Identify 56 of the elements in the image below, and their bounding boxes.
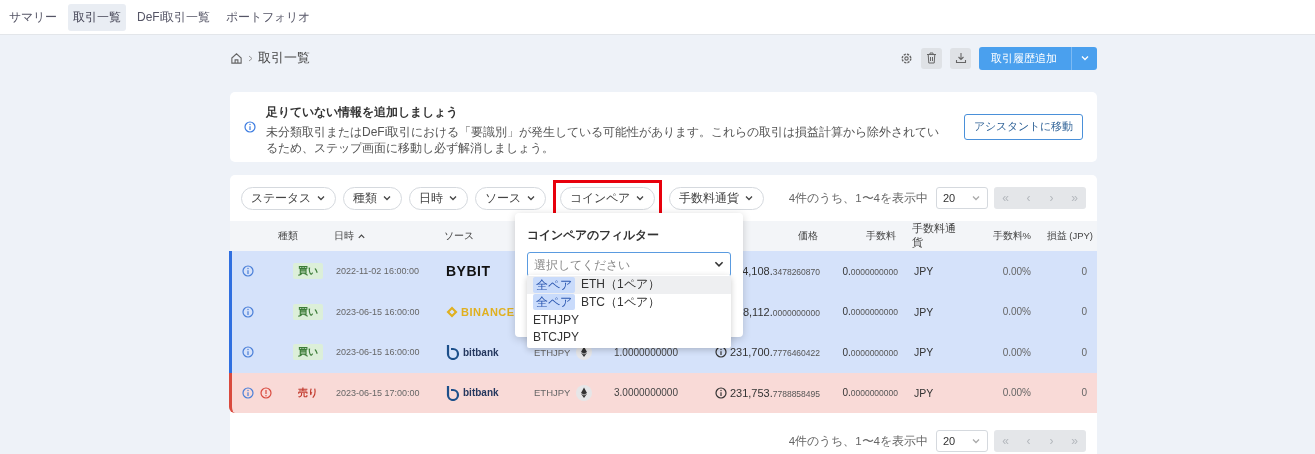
page-title: 取引一覧 <box>258 49 310 67</box>
price-text: 231,700.7776460422 <box>729 346 820 359</box>
type-label: 買い <box>293 303 323 320</box>
option-label: ETHJPY <box>533 312 579 327</box>
pagination-summary: 4件のうち、1〜4を表示中 <box>788 433 928 449</box>
date-cell-text: 2022-11-02 16:00:00 <box>336 266 420 277</box>
option-label: BTCJPY <box>533 330 579 345</box>
popover-title: コインペアのフィルター <box>527 227 660 244</box>
pnl-cell-text: 0 <box>1080 346 1088 358</box>
price-text: 8,112.0000000000 <box>742 305 820 318</box>
alert-title: 足りていない情報を追加しましょう <box>266 104 459 121</box>
quantity-cell: 3.0000000000 <box>614 387 678 399</box>
pnl-cell-text: 0 <box>1080 265 1088 277</box>
fee-cell: 0.0000000000 <box>842 346 898 358</box>
pnl-cell-text: 0 <box>1080 306 1088 318</box>
date-cell-text: 2023-06-15 17:00:00 <box>336 387 421 398</box>
pagination-summary: 4件のうち、1〜4を表示中 <box>788 190 928 206</box>
fee-percent-cell-text: 0.00% <box>1001 306 1032 318</box>
fee-percent-cell-text: 0.00% <box>1001 387 1032 399</box>
column-header: 手数料% <box>991 229 1032 243</box>
option-label: BTC（1ペア） <box>581 293 660 311</box>
all-pairs-tag: 全ペア <box>533 276 575 293</box>
alert-message: 未分類取引またはDeFi取引における「要識別」が発生している可能性があります。これらの取引は損益計算から除外されているため、ステップ画面に移動し必ず解消しましょう。 <box>266 124 941 156</box>
date-cell-text: 2023-06-15 16:00:00 <box>336 347 421 358</box>
column-header: ソース <box>444 229 475 243</box>
pnl-cell-text: 0 <box>1080 387 1088 399</box>
price-text: 4,108.3478260870 <box>742 265 820 278</box>
fee-currency-cell-text: JPY <box>913 386 935 399</box>
fee-currency-cell-text: JPY <box>913 346 935 359</box>
source-logo: BYBIT <box>446 263 491 280</box>
date-cell-text: 2023-06-15 16:00:00 <box>336 306 421 317</box>
fee-currency-cell-text: JPY <box>913 305 935 318</box>
source-logo: bitbank <box>463 387 499 399</box>
type-label: 売り <box>297 385 319 400</box>
price-text: 231,753.7788858495 <box>729 386 820 399</box>
source-logo: BINANCE <box>461 305 515 318</box>
quantity-cell: 1.0000000000 <box>614 346 678 358</box>
pair-cell: ETHJPY <box>534 387 571 399</box>
fee-cell: 0.0000000000 <box>842 387 898 399</box>
fee-cell: 0.0000000000 <box>842 265 898 277</box>
fee-currency-cell-text: JPY <box>913 265 935 278</box>
pair-cell: ETHJPY <box>534 346 571 358</box>
column-header: 手数料 <box>865 229 897 243</box>
column-header: 価格 <box>797 229 819 243</box>
fee-percent-cell-text: 0.00% <box>1001 265 1032 277</box>
option-label: ETH（1ペア） <box>581 276 660 294</box>
fee-cell: 0.0000000000 <box>842 306 898 318</box>
column-header: 日時 <box>334 229 444 243</box>
column-header: 種類 <box>278 229 299 243</box>
fee-percent-cell-text: 0.00% <box>1001 346 1032 358</box>
column-header: 損益 (JPY) <box>1045 229 1094 243</box>
all-pairs-tag: 全ペア <box>533 294 575 311</box>
type-label: 買い <box>293 263 323 280</box>
type-label: 買い <box>293 344 323 361</box>
source-logo: bitbank <box>463 346 499 358</box>
column-header: 手数料通貨 <box>911 222 957 250</box>
